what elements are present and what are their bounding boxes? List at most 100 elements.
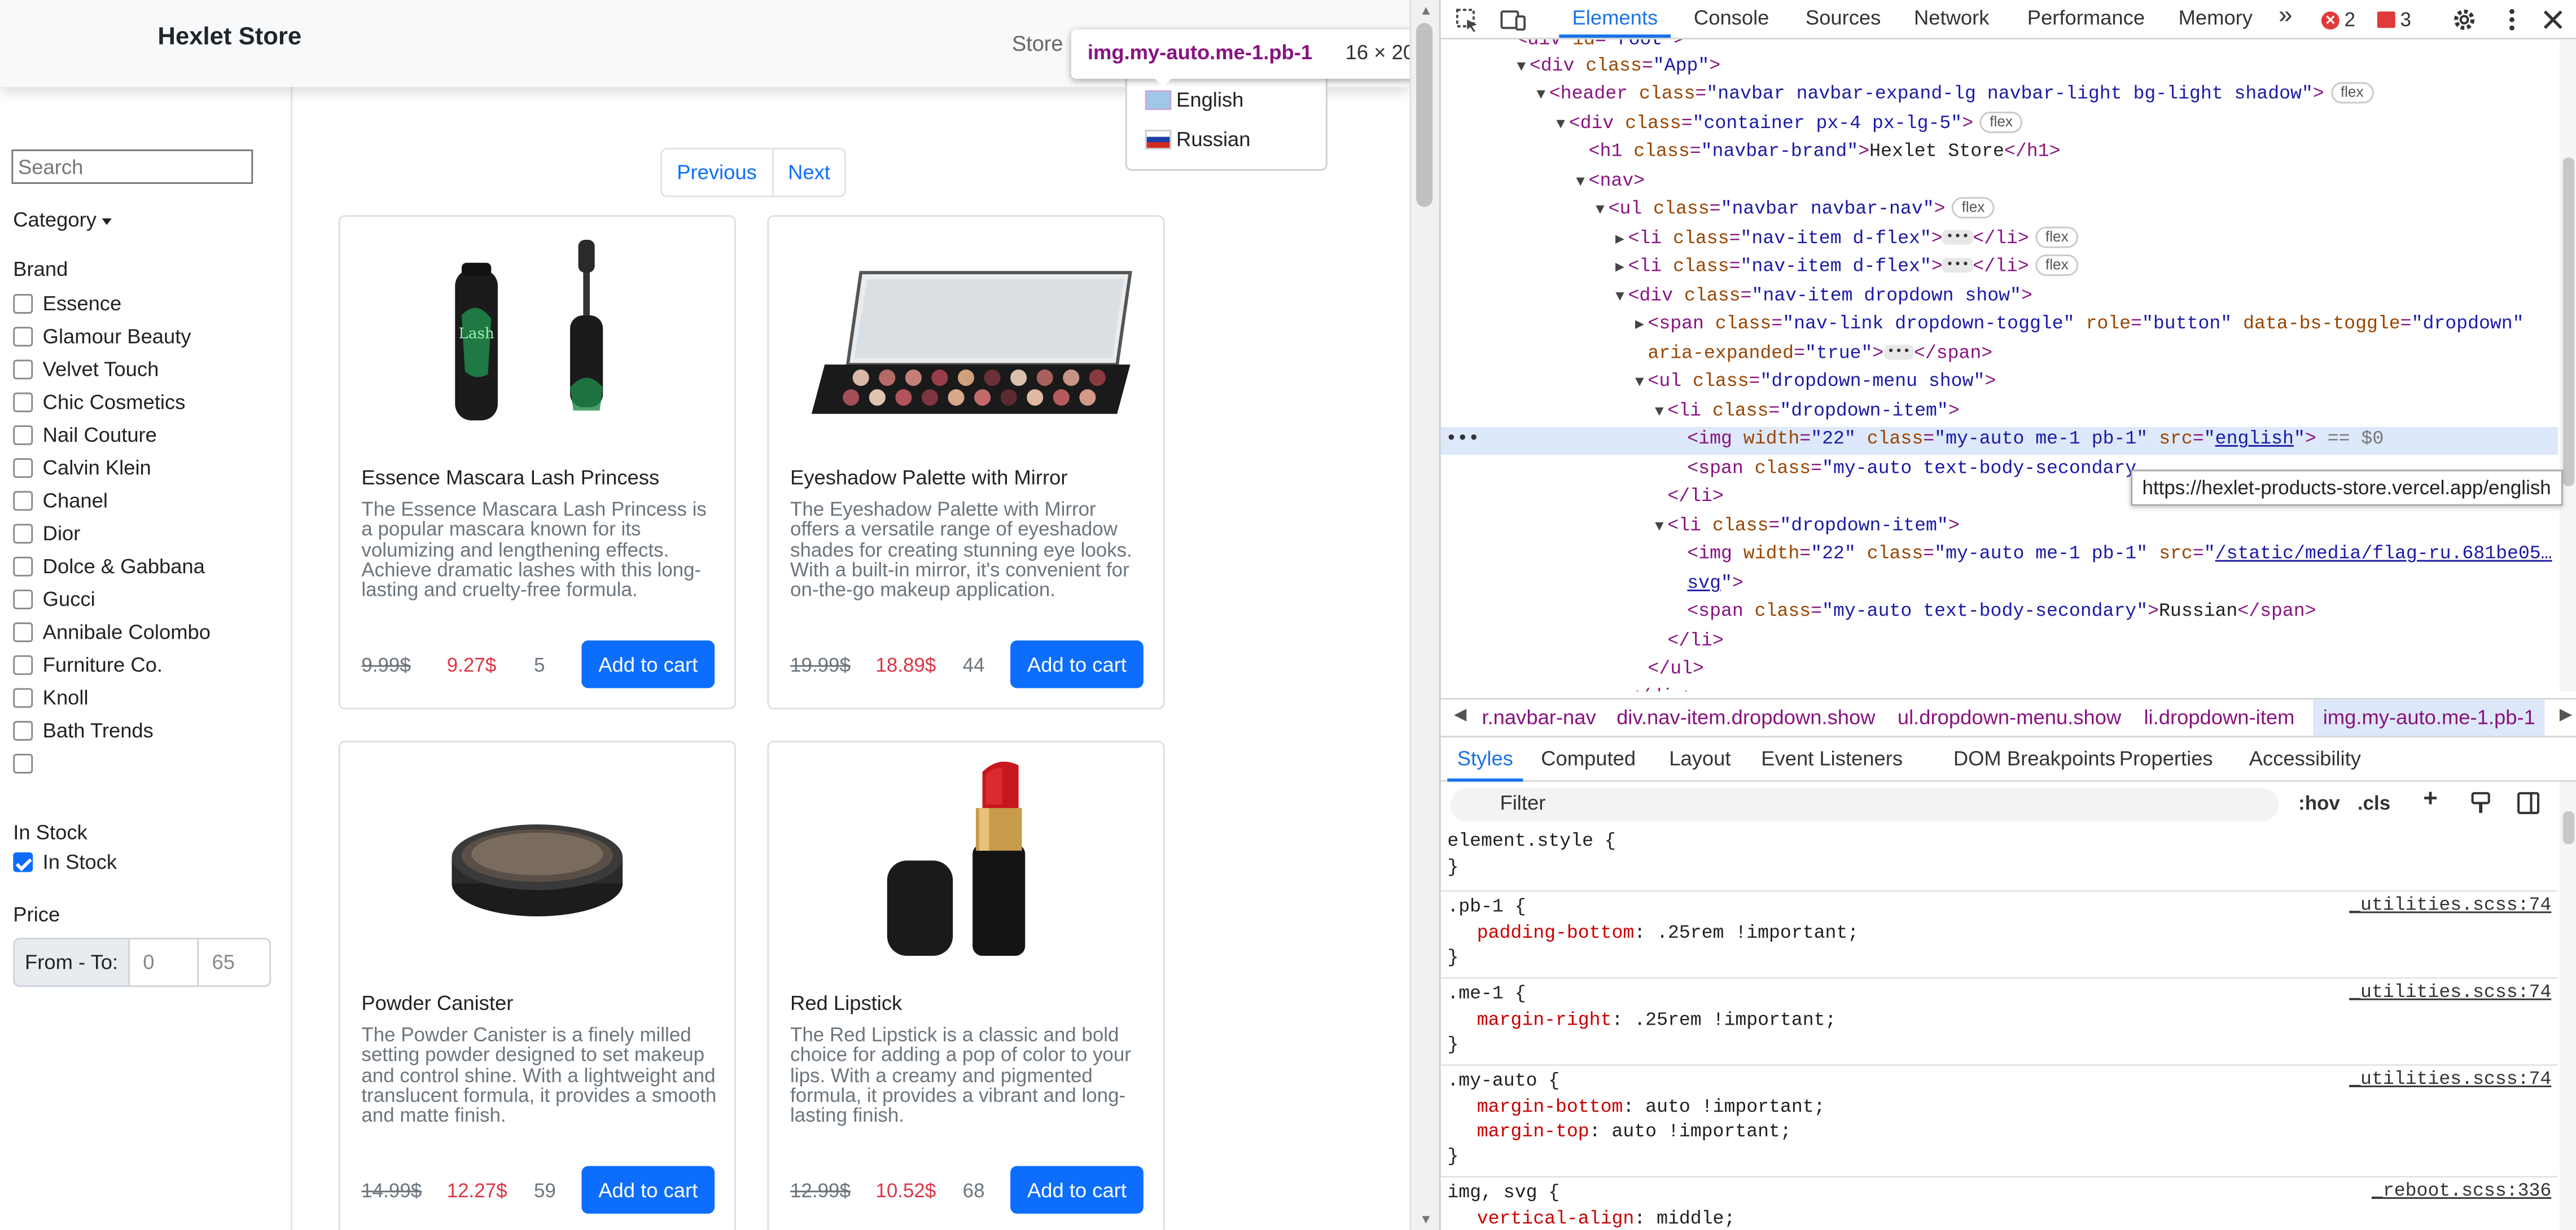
tab-sources[interactable]: Sources [1806,7,1881,30]
dom-node-selected[interactable]: ••• <img width="22" class="my-auto me-1 p… [1440,427,2558,455]
styles-filter-input[interactable]: Filter [1451,788,2279,822]
tab-console[interactable]: Console [1694,7,1769,30]
flex-badge[interactable]: flex [2035,227,2079,249]
tab-dom-breakpoints[interactable]: DOM Breakpoints [1953,747,2115,770]
styles-scrollbar[interactable] [2559,781,2576,1230]
gear-icon[interactable] [2451,7,2478,33]
in-stock-checkbox[interactable] [13,852,33,872]
close-icon[interactable] [2540,7,2566,33]
dom-node[interactable]: ▼ <div class="App"> [1441,54,2558,82]
scroll-down-icon[interactable]: ▼ [1420,1212,1432,1227]
dom-node[interactable]: ▼ <div class="nav-item dropdown show"> [1441,284,2558,312]
breadcrumb-item[interactable]: div.nav-item.dropdown.show [1616,706,1875,730]
inspect-element-icon[interactable] [1454,7,1480,33]
dom-node[interactable]: ▼ <li class="dropdown-item"> [1441,399,2558,427]
rule-source-link[interactable]: _utilities.scss:74 [2349,1071,2551,1091]
brand-checkbox[interactable] [13,688,33,708]
dom-node[interactable]: </div> [1441,685,2558,692]
tab-computed[interactable]: Computed [1541,747,1636,770]
brand-checkbox[interactable] [13,655,33,675]
dom-node[interactable]: ▶ <li class="nav-item d-flex"> ••• </li> fle… [1441,254,2558,282]
dom-node[interactable]: ▼ <ul class="dropdown-menu show"> [1441,370,2558,397]
dom-tree-scrollbar[interactable] [2559,39,2576,692]
brand-filter-item[interactable]: Essence [13,287,211,320]
class-toggle[interactable]: .cls [2358,792,2390,815]
add-to-cart-button[interactable]: Add to cart [1010,640,1144,688]
new-style-rule-icon[interactable]: + [2423,785,2438,812]
dom-node[interactable]: ▼ <ul class="navbar navbar-nav"> flex [1441,197,2558,225]
tab-elements[interactable]: Elements [1572,7,1658,30]
brand-checkbox[interactable] [13,589,33,609]
brand-filter-item[interactable]: Gucci [13,583,211,616]
rule-source-link[interactable]: _utilities.scss:74 [2349,984,2551,1004]
dom-node[interactable]: ▼ <div class="container px-4 px-lg-5"> fle… [1441,112,2558,139]
breadcrumb-item[interactable]: r.navbar-nav [1482,706,1596,730]
dom-node[interactable]: ▼ <header class="navbar navbar-expand-lg … [1441,82,2558,110]
dom-node[interactable]: <h1 class="navbar-brand">Hexlet Store</h… [1441,139,2558,167]
dom-node[interactable]: ▼ <li class="dropdown-item"> [1441,514,2558,542]
tab-layout[interactable]: Layout [1669,747,1731,770]
brand-checkbox[interactable] [13,556,33,577]
brand-checkbox[interactable] [13,294,33,314]
node-actions-icon[interactable]: ••• [1445,427,1479,455]
tab-styles[interactable]: Styles [1457,747,1513,770]
rule-selector[interactable]: img, svg { [1447,1183,1559,1207]
brand-checkbox[interactable] [13,327,33,347]
brand-checkbox[interactable] [13,622,33,643]
price-from-input[interactable]: 0 [129,938,199,987]
brand-checkbox[interactable] [13,425,33,445]
css-declaration[interactable]: padding-bottom: .25rem !important; [1477,923,1859,948]
dom-node[interactable]: <img width="22" class="my-auto me-1 pb-1… [1441,542,2558,570]
css-declaration[interactable]: margin-top: auto !important; [1477,1122,1791,1146]
dom-node[interactable]: svg"> [1441,572,2558,599]
breadcrumb-item-current[interactable]: img.my-auto.me-1.pb-1 [2313,699,2546,736]
css-declaration[interactable]: margin-bottom: auto !important; [1477,1097,1825,1122]
product-title[interactable]: Eyeshadow Palette with Mirror [790,467,1067,490]
brand-filter-item[interactable]: Glamour Beauty [13,320,211,353]
brand-checkbox[interactable] [13,721,33,741]
product-title[interactable]: Powder Canister [361,992,513,1015]
brand-filter-item[interactable]: Velvet Touch [13,353,211,386]
product-title[interactable]: Essence Mascara Lash Princess [361,467,659,490]
flex-badge[interactable]: flex [2035,255,2079,277]
breadcrumb-item[interactable]: ul.dropdown-menu.show [1898,706,2121,730]
hover-state-toggle[interactable]: :hov [2298,792,2340,815]
language-option-russian[interactable]: Russian [1145,128,1251,151]
brand-checkbox[interactable] [13,359,33,380]
dom-node[interactable]: </ul> [1441,657,2558,684]
dom-node[interactable]: ▶ <li class="nav-item d-flex"> ••• </li> fle… [1441,227,2558,254]
dom-node[interactable]: </li> [1441,629,2558,657]
tab-event-listeners[interactable]: Event Listeners [1761,747,1903,770]
add-to-cart-button[interactable]: Add to cart [581,640,715,688]
paint-brush-icon[interactable] [2469,792,2492,815]
brand-filter-item[interactable]: Annibale Colombo [13,616,211,649]
product-title[interactable]: Red Lipstick [790,992,902,1015]
rule-selector[interactable]: .me-1 { [1447,984,1526,1009]
flex-badge[interactable]: flex [2330,82,2374,104]
brand-filter-item[interactable]: Bath Trends [13,714,211,747]
price-to-input[interactable]: 65 [199,938,271,987]
scrollbar-thumb[interactable] [2562,157,2575,486]
device-toolbar-icon[interactable] [1500,7,1526,33]
scrollbar-thumb[interactable] [2562,811,2575,845]
language-option-english[interactable]: English [1145,89,1243,112]
dom-node[interactable]: <div id="root"> [1441,39,2558,56]
search-input[interactable] [11,149,253,184]
add-to-cart-button[interactable]: Add to cart [581,1166,715,1214]
tab-performance[interactable]: Performance [2027,7,2145,30]
brand-filter-item[interactable]: Chic Cosmetics [13,386,211,419]
breadcrumb-item[interactable]: li.dropdown-item [2144,706,2294,730]
css-declaration[interactable]: margin-right: .25rem !important; [1477,1010,1837,1035]
brand-filter-item[interactable]: Nail Couture [13,419,211,451]
store-nav-link[interactable]: Store [1012,31,1063,56]
rule-selector[interactable]: element.style { [1447,831,1615,856]
tab-properties[interactable]: Properties [2119,747,2213,770]
category-dropdown[interactable]: Category [13,209,112,231]
brand-filter-item[interactable]: Knoll [13,682,211,714]
in-stock-filter[interactable]: In Stock [13,851,117,873]
brand-filter-item[interactable]: Calvin Klein [13,451,211,484]
brand-filter-item[interactable]: Furniture Co. [13,649,211,682]
tab-accessibility[interactable]: Accessibility [2249,747,2361,770]
rule-source-link[interactable]: _reboot.scss:336 [2372,1183,2551,1202]
issues-counter[interactable]: 3 [2377,8,2411,31]
